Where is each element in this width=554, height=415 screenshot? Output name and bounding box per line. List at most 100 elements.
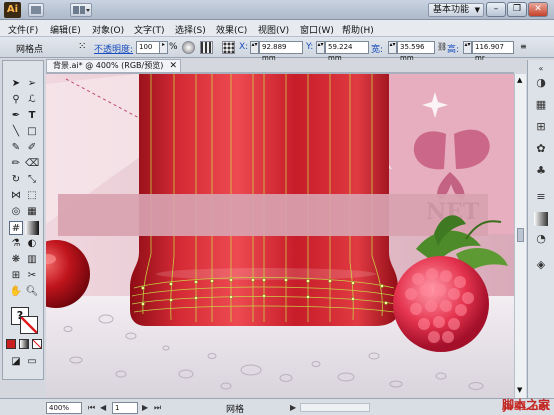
previous-artboard-icon[interactable]: ◀ bbox=[100, 403, 106, 412]
tool-name-label: 网格点 bbox=[16, 45, 44, 55]
symbols-panel-icon[interactable]: ♣ bbox=[534, 164, 548, 178]
scale-tool-icon[interactable]: ⤡ bbox=[25, 173, 39, 187]
transparency-panel-icon[interactable]: ◔ bbox=[534, 232, 548, 246]
workspace-switcher[interactable]: 基本功能 ▼ bbox=[428, 3, 484, 17]
line-tool-icon[interactable]: ╲ bbox=[9, 125, 23, 139]
menu-type[interactable]: 文字(T) bbox=[134, 23, 165, 36]
panel-menu-icon[interactable]: ≡ bbox=[520, 41, 530, 54]
opacity-input[interactable]: 100 bbox=[136, 41, 160, 54]
appearance-panel-icon[interactable]: ◈ bbox=[534, 258, 548, 272]
control-bar: 网格点 ⁙ 不透明度: 100 ▸ % X: ▴▾ 92.889 mm Y: ▴… bbox=[0, 37, 554, 62]
stroke-panel-icon[interactable]: ≡ bbox=[534, 190, 548, 204]
x-stepper[interactable]: ▴▾ bbox=[250, 41, 259, 54]
zoom-level-select[interactable]: 400% bbox=[46, 402, 82, 414]
close-icon[interactable]: ✕ bbox=[169, 60, 177, 72]
opacity-label[interactable]: 不透明度: bbox=[94, 42, 133, 55]
first-artboard-icon[interactable]: ⏮ bbox=[88, 403, 95, 413]
menu-object[interactable]: 对象(O) bbox=[92, 23, 124, 36]
scroll-thumb[interactable] bbox=[517, 228, 524, 242]
status-menu-icon[interactable]: ▶ bbox=[290, 403, 296, 412]
arrange-documents-button[interactable] bbox=[70, 3, 92, 17]
brushes-panel-icon[interactable]: ✿ bbox=[534, 142, 548, 156]
collapse-panels-icon[interactable]: « bbox=[534, 62, 548, 76]
mesh-tool-icon[interactable]: # bbox=[9, 221, 23, 235]
x-input[interactable]: 92.889 mm bbox=[259, 41, 303, 62]
minimize-button[interactable]: – bbox=[486, 2, 506, 17]
bottle-sheen bbox=[156, 268, 376, 280]
menu-window[interactable]: 窗口(W) bbox=[300, 23, 334, 36]
opacity-dropdown[interactable]: ▸ bbox=[159, 41, 168, 54]
last-artboard-icon[interactable]: ⏭ bbox=[154, 403, 161, 413]
workspace-label: 基本功能 bbox=[433, 5, 470, 15]
pen-tool-icon[interactable]: ✒ bbox=[9, 109, 23, 123]
height-input[interactable]: 116.907 mr bbox=[472, 41, 514, 62]
color-panel-icon[interactable]: ◑ bbox=[534, 76, 548, 90]
shape-builder-tool-icon[interactable]: ◎ bbox=[9, 205, 23, 219]
type-tool-icon[interactable]: T bbox=[25, 109, 39, 123]
swatches-panel-icon[interactable]: ⊞ bbox=[534, 120, 548, 134]
gradient-mode-icon[interactable] bbox=[19, 339, 29, 349]
align-icon[interactable] bbox=[200, 41, 213, 54]
draw-mode-icon[interactable]: ◪ bbox=[9, 355, 23, 369]
opacity-options-icon[interactable]: ⁙ bbox=[78, 41, 91, 54]
bridge-button[interactable] bbox=[28, 3, 44, 17]
y-input[interactable]: 59.224 mm bbox=[325, 41, 369, 62]
close-button[interactable]: ✕ bbox=[528, 2, 548, 17]
pencil-tool-icon[interactable]: ✐ bbox=[25, 141, 39, 155]
next-artboard-icon[interactable]: ▶ bbox=[142, 403, 148, 412]
artboard-tool-icon[interactable]: ⊞ bbox=[9, 269, 23, 283]
gradient-tool-icon[interactable] bbox=[25, 221, 39, 235]
height-label: 高: bbox=[447, 45, 460, 55]
perspective-grid-tool-icon[interactable]: ▦ bbox=[25, 205, 39, 219]
slice-tool-icon[interactable]: ✂ bbox=[25, 269, 39, 283]
width-tool-icon[interactable]: ⋈ bbox=[9, 189, 23, 203]
lasso-tool-icon[interactable]: ℒ bbox=[25, 93, 39, 107]
height-stepper[interactable]: ▴▾ bbox=[463, 41, 472, 54]
selection-tool-icon[interactable]: ➤ bbox=[9, 77, 23, 91]
zoom-tool-icon[interactable]: 🔍︎ bbox=[25, 285, 39, 299]
screen-mode-icon[interactable]: ▭ bbox=[25, 355, 39, 369]
free-transform-tool-icon[interactable]: ⬚ bbox=[25, 189, 39, 203]
width-input[interactable]: 35.596 mm bbox=[397, 41, 435, 62]
menu-view[interactable]: 视图(V) bbox=[258, 23, 289, 36]
fill-stroke-swatch[interactable]: ? bbox=[9, 305, 39, 335]
eyedropper-tool-icon[interactable]: ⚗ bbox=[9, 237, 23, 251]
symbol-sprayer-tool-icon[interactable]: ❋ bbox=[9, 253, 23, 267]
horizontal-scrollbar[interactable] bbox=[300, 403, 370, 412]
recolor-icon[interactable] bbox=[182, 41, 195, 54]
rotate-tool-icon[interactable]: ↻ bbox=[9, 173, 23, 187]
rectangle-tool-icon[interactable]: □ bbox=[25, 125, 39, 139]
eraser-tool-icon[interactable]: ⌫ bbox=[25, 157, 39, 171]
menu-bar: 文件(F) 编辑(E) 对象(O) 文字(T) 选择(S) 效果(C) 视图(V… bbox=[0, 20, 554, 37]
vertical-scrollbar[interactable]: ▲ ▼ bbox=[514, 74, 526, 398]
link-proportions-icon[interactable]: ⛓ bbox=[437, 41, 447, 54]
direct-selection-tool-icon[interactable]: ➢ bbox=[25, 77, 39, 91]
scroll-up-icon[interactable]: ▲ bbox=[517, 76, 522, 84]
paintbrush-tool-icon[interactable]: ✎ bbox=[9, 141, 23, 155]
document-tab[interactable]: 背景.ai* @ 400% (RGB/预览) ✕ bbox=[46, 59, 181, 73]
menu-file[interactable]: 文件(F) bbox=[8, 23, 38, 36]
none-mode-icon[interactable] bbox=[32, 339, 42, 349]
app-logo: Ai bbox=[4, 2, 21, 18]
menu-select[interactable]: 选择(S) bbox=[175, 23, 206, 36]
color-guide-icon[interactable]: ▦ bbox=[534, 98, 548, 112]
stroke-swatch[interactable] bbox=[20, 316, 38, 334]
hand-tool-icon[interactable]: ✋ bbox=[9, 285, 23, 299]
scroll-down-icon[interactable]: ▼ bbox=[517, 386, 522, 394]
transform-reference-icon[interactable] bbox=[222, 41, 235, 54]
blob-brush-tool-icon[interactable]: ✏ bbox=[9, 157, 23, 171]
menu-effect[interactable]: 效果(C) bbox=[216, 23, 247, 36]
blend-tool-icon[interactable]: ◐ bbox=[25, 237, 39, 251]
y-stepper[interactable]: ▴▾ bbox=[316, 41, 325, 54]
menu-help[interactable]: 帮助(H) bbox=[342, 23, 374, 36]
artboard-number-select[interactable]: 1 bbox=[112, 402, 138, 414]
column-graph-tool-icon[interactable]: ▥ bbox=[25, 253, 39, 267]
restore-button[interactable]: ❐ bbox=[507, 2, 527, 17]
magic-wand-tool-icon[interactable]: ⚲ bbox=[9, 93, 23, 107]
menu-edit[interactable]: 编辑(E) bbox=[50, 23, 81, 36]
color-mode-icon[interactable] bbox=[6, 339, 16, 349]
gradient-panel-icon[interactable] bbox=[534, 212, 548, 226]
watermark-name: 脚本之家 bbox=[501, 398, 550, 412]
width-stepper[interactable]: ▴▾ bbox=[388, 41, 397, 54]
document-canvas[interactable]: NET bbox=[46, 74, 514, 398]
